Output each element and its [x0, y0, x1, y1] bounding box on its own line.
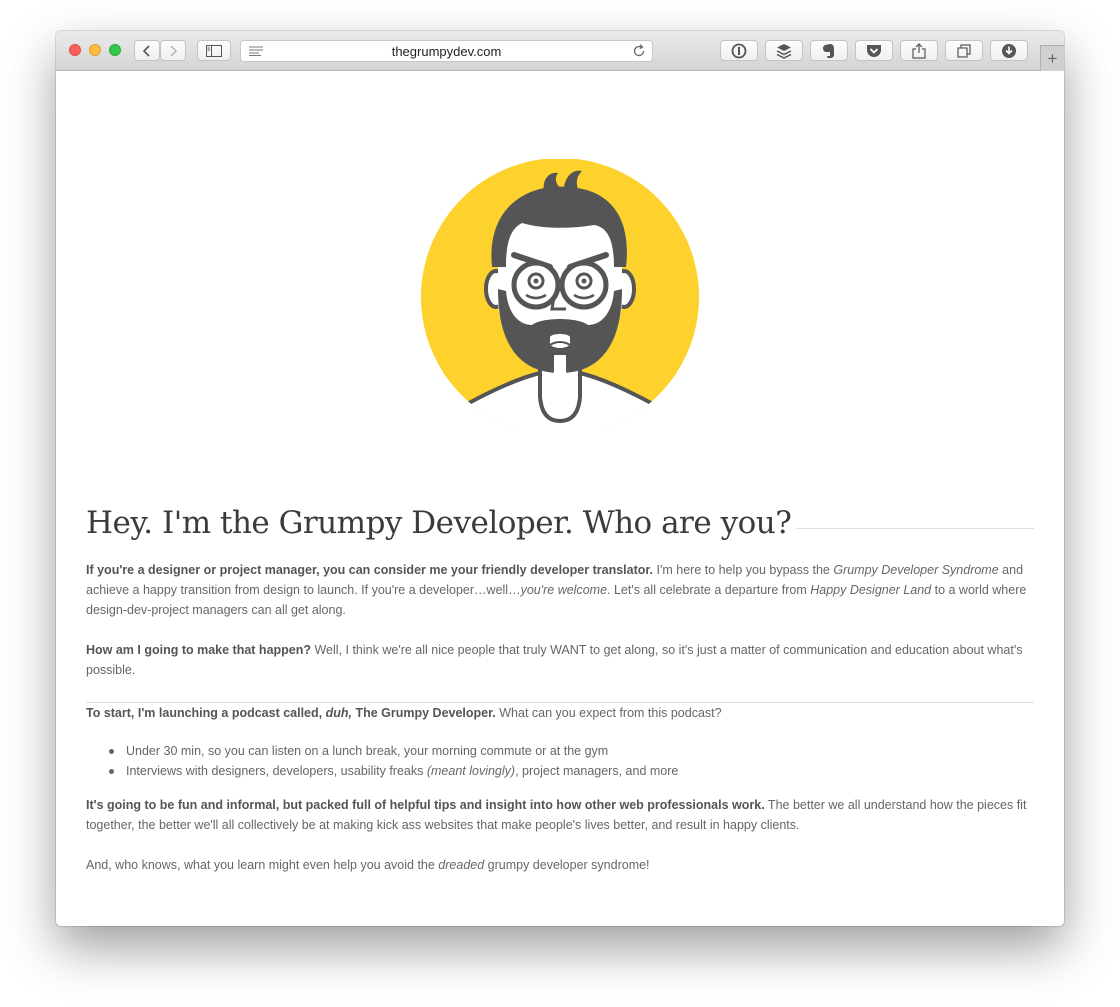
- 1password-button[interactable]: [720, 40, 758, 61]
- pocket-icon: [867, 44, 881, 57]
- evernote-button[interactable]: [810, 40, 848, 61]
- sidebar-icon: [206, 44, 222, 57]
- share-icon: [912, 42, 926, 59]
- sidebar-button[interactable]: [197, 40, 231, 61]
- right-eye-glasses: [559, 260, 609, 310]
- heading-divider: [796, 528, 1034, 529]
- address-bar[interactable]: thegrumpydev.com: [240, 40, 653, 62]
- browser-window: thegrumpydev.com + Hey. I'm the Grumpy D…: [56, 31, 1064, 926]
- minimize-window-button[interactable]: [89, 44, 101, 56]
- page-heading: Hey. I'm the Grumpy Developer. Who are y…: [86, 505, 792, 541]
- intro-paragraph: If you're a designer or project manager,…: [86, 563, 1027, 617]
- buffer-button[interactable]: [765, 40, 803, 61]
- back-button[interactable]: [134, 40, 160, 61]
- list-item: Under 30 min, so you can listen on a lun…: [108, 741, 678, 761]
- closing-paragraph: And, who knows, what you learn might eve…: [86, 858, 650, 872]
- 1password-icon: [731, 43, 747, 58]
- tabs-icon: [957, 43, 971, 58]
- page-content: Hey. I'm the Grumpy Developer. Who are y…: [56, 71, 1064, 926]
- pocket-button[interactable]: [855, 40, 893, 61]
- downloads-button[interactable]: [990, 40, 1028, 61]
- show-all-tabs-button[interactable]: [945, 40, 983, 61]
- buffer-icon: [776, 43, 792, 59]
- new-tab-button[interactable]: +: [1040, 45, 1064, 71]
- podcast-paragraph: To start, I'm launching a podcast called…: [86, 706, 722, 720]
- download-icon: [1002, 43, 1016, 58]
- intro-bold: If you're a designer or project manager,…: [86, 563, 654, 577]
- grumpy-developer-avatar: [421, 159, 699, 429]
- how-paragraph: How am I going to make that happen? Well…: [86, 643, 1023, 677]
- close-window-button[interactable]: [69, 44, 81, 56]
- evernote-icon: [823, 43, 834, 58]
- url-text: thegrumpydev.com: [391, 44, 502, 59]
- list-item: Interviews with designers, developers, u…: [108, 761, 678, 781]
- fun-paragraph: It's going to be fun and informal, but p…: [86, 798, 1027, 832]
- reload-icon[interactable]: [632, 44, 646, 58]
- forward-button[interactable]: [160, 40, 186, 61]
- share-button[interactable]: [900, 40, 938, 61]
- chevron-right-icon: [170, 44, 178, 57]
- podcast-features-list: Under 30 min, so you can listen on a lun…: [108, 741, 678, 781]
- zoom-window-button[interactable]: [109, 44, 121, 56]
- browser-toolbar: thegrumpydev.com +: [56, 31, 1064, 71]
- chevron-left-icon: [142, 44, 150, 57]
- plus-icon: +: [1047, 49, 1058, 68]
- left-eye-glasses: [511, 260, 561, 310]
